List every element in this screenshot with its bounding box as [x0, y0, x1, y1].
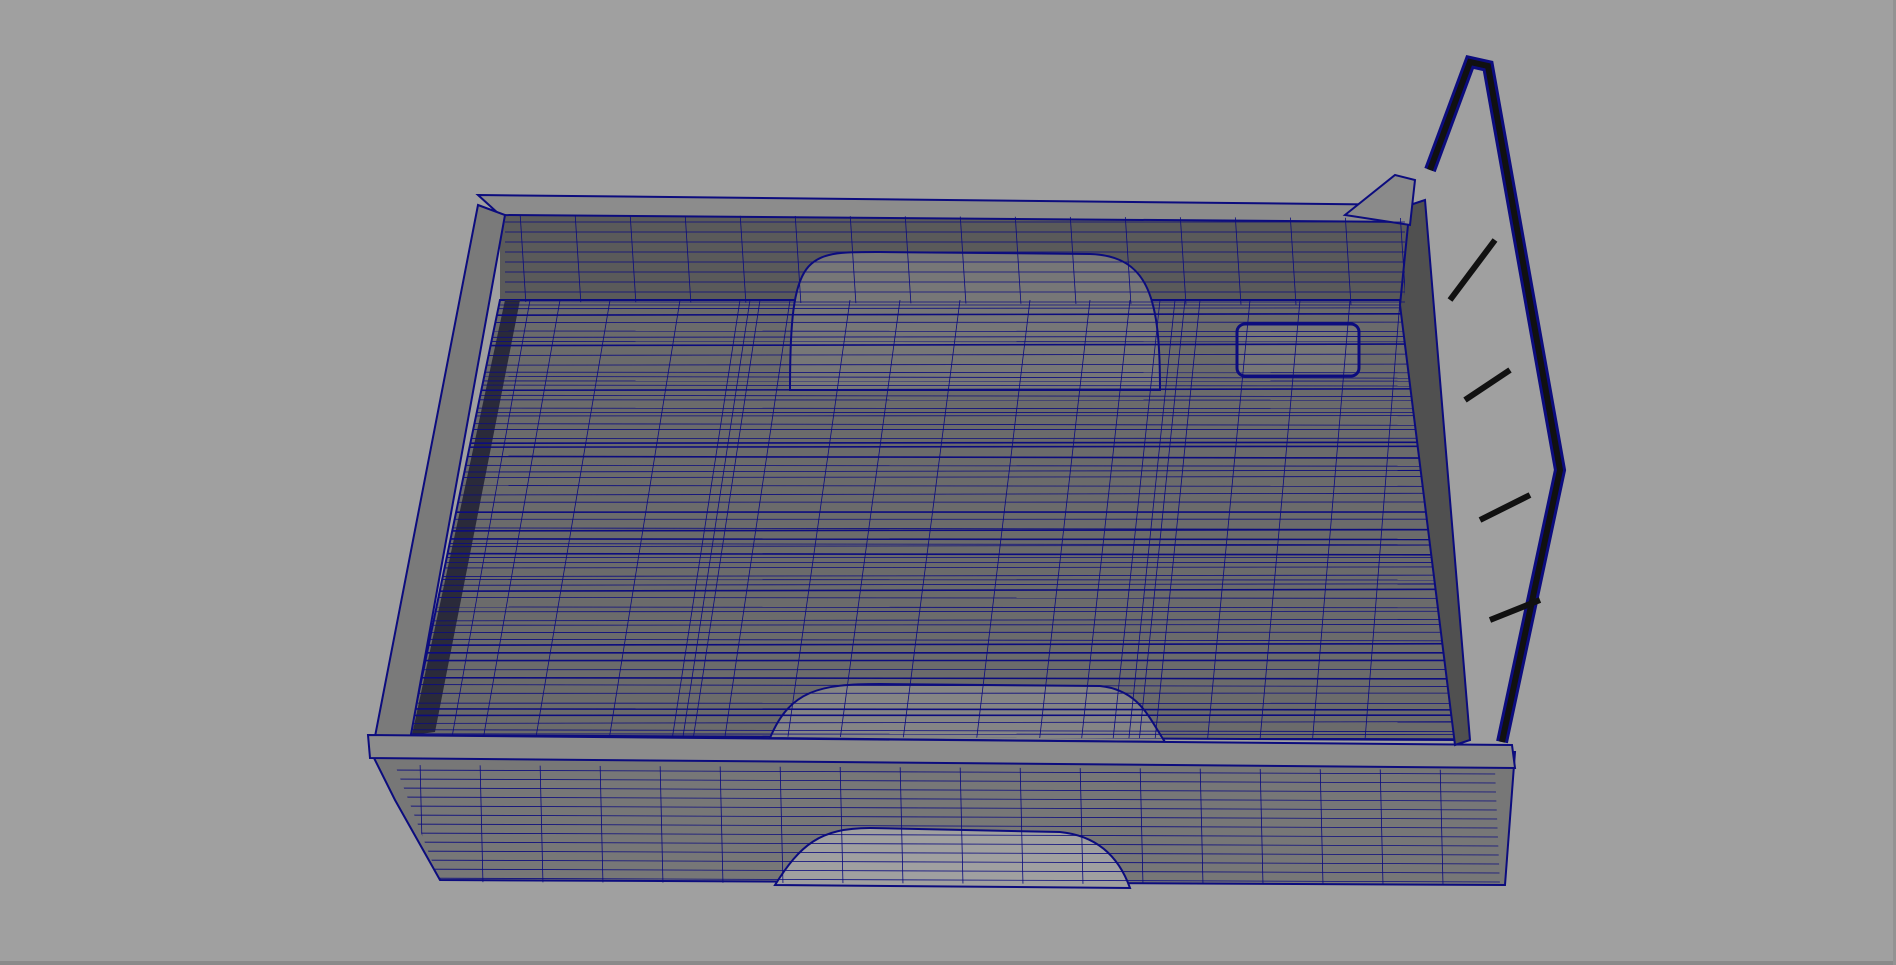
truck-bed-model[interactable] — [0, 0, 1896, 965]
wire-edge — [410, 441, 1455, 445]
rack-gusset — [1342, 173, 1417, 227]
wheel-arch-cutout — [773, 826, 1132, 890]
wire-edge — [410, 445, 1455, 449]
3d-viewport[interactable] — [0, 0, 1896, 965]
wire-edge — [410, 708, 1455, 711]
wire-edge — [410, 538, 1455, 541]
viewport-bottom-edge — [0, 961, 1896, 965]
wire-edge — [410, 610, 1455, 613]
far-wheel-well — [788, 250, 1162, 391]
near-wheel-well — [768, 682, 1167, 744]
